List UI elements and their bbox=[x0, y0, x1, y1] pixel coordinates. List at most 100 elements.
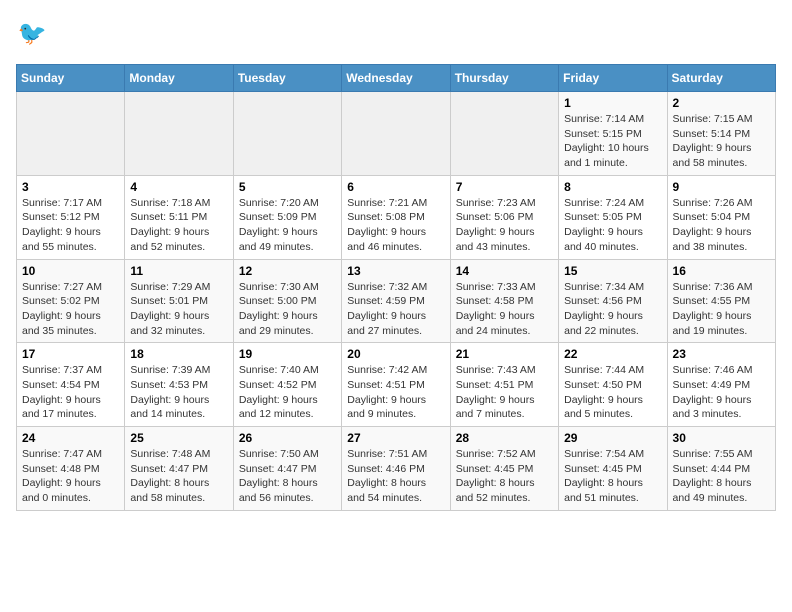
day-number: 13 bbox=[347, 264, 444, 278]
day-number: 12 bbox=[239, 264, 336, 278]
calendar-cell: 8 Sunrise: 7:24 AM Sunset: 5:05 PM Daylig… bbox=[559, 175, 667, 259]
day-info: Sunrise: 7:33 AM Sunset: 4:58 PM Dayligh… bbox=[456, 280, 553, 339]
day-info: Sunrise: 7:30 AM Sunset: 5:00 PM Dayligh… bbox=[239, 280, 336, 339]
day-number: 11 bbox=[130, 264, 227, 278]
day-number: 22 bbox=[564, 347, 661, 361]
day-info: Sunrise: 7:32 AM Sunset: 4:59 PM Dayligh… bbox=[347, 280, 444, 339]
weekday-header-saturday: Saturday bbox=[667, 65, 775, 92]
calendar-cell: 27 Sunrise: 7:51 AM Sunset: 4:46 PM Dayli… bbox=[342, 427, 450, 511]
day-number: 18 bbox=[130, 347, 227, 361]
day-info: Sunrise: 7:20 AM Sunset: 5:09 PM Dayligh… bbox=[239, 196, 336, 255]
calendar-cell bbox=[17, 92, 125, 176]
day-info: Sunrise: 7:54 AM Sunset: 4:45 PM Dayligh… bbox=[564, 447, 661, 506]
day-number: 28 bbox=[456, 431, 553, 445]
day-info: Sunrise: 7:17 AM Sunset: 5:12 PM Dayligh… bbox=[22, 196, 119, 255]
calendar-cell: 11 Sunrise: 7:29 AM Sunset: 5:01 PM Dayli… bbox=[125, 259, 233, 343]
day-info: Sunrise: 7:34 AM Sunset: 4:56 PM Dayligh… bbox=[564, 280, 661, 339]
logo: 🐦 bbox=[16, 16, 56, 52]
weekday-header-sunday: Sunday bbox=[17, 65, 125, 92]
day-number: 4 bbox=[130, 180, 227, 194]
day-info: Sunrise: 7:23 AM Sunset: 5:06 PM Dayligh… bbox=[456, 196, 553, 255]
day-info: Sunrise: 7:48 AM Sunset: 4:47 PM Dayligh… bbox=[130, 447, 227, 506]
calendar-cell: 29Sunrise: 7:54 AM Sunset: 4:45 PM Dayli… bbox=[559, 427, 667, 511]
day-number: 3 bbox=[22, 180, 119, 194]
day-number: 2 bbox=[673, 96, 770, 110]
calendar-cell: 2 Sunrise: 7:15 AM Sunset: 5:14 PM Daylig… bbox=[667, 92, 775, 176]
calendar-cell bbox=[125, 92, 233, 176]
calendar-cell: 14 Sunrise: 7:33 AM Sunset: 4:58 PM Dayli… bbox=[450, 259, 558, 343]
day-info: Sunrise: 7:50 AM Sunset: 4:47 PM Dayligh… bbox=[239, 447, 336, 506]
calendar-cell: 1 Sunrise: 7:14 AM Sunset: 5:15 PM Daylig… bbox=[559, 92, 667, 176]
day-info: Sunrise: 7:15 AM Sunset: 5:14 PM Dayligh… bbox=[673, 112, 770, 171]
svg-text:🐦: 🐦 bbox=[18, 20, 47, 46]
calendar-cell: 10 Sunrise: 7:27 AM Sunset: 5:02 PM Dayli… bbox=[17, 259, 125, 343]
calendar-cell: 30Sunrise: 7:55 AM Sunset: 4:44 PM Dayli… bbox=[667, 427, 775, 511]
calendar-cell: 23 Sunrise: 7:46 AM Sunset: 4:49 PM Dayli… bbox=[667, 343, 775, 427]
day-info: Sunrise: 7:37 AM Sunset: 4:54 PM Dayligh… bbox=[22, 363, 119, 422]
calendar-cell: 19 Sunrise: 7:40 AM Sunset: 4:52 PM Dayli… bbox=[233, 343, 341, 427]
day-number: 7 bbox=[456, 180, 553, 194]
calendar-cell: 5Sunrise: 7:20 AM Sunset: 5:09 PM Daylig… bbox=[233, 175, 341, 259]
day-number: 24 bbox=[22, 431, 119, 445]
calendar-cell: 15Sunrise: 7:34 AM Sunset: 4:56 PM Dayli… bbox=[559, 259, 667, 343]
calendar-cell bbox=[450, 92, 558, 176]
day-number: 9 bbox=[673, 180, 770, 194]
calendar-cell: 13 Sunrise: 7:32 AM Sunset: 4:59 PM Dayli… bbox=[342, 259, 450, 343]
weekday-header-friday: Friday bbox=[559, 65, 667, 92]
day-info: Sunrise: 7:29 AM Sunset: 5:01 PM Dayligh… bbox=[130, 280, 227, 339]
calendar-cell bbox=[233, 92, 341, 176]
day-number: 20 bbox=[347, 347, 444, 361]
calendar-cell: 16 Sunrise: 7:36 AM Sunset: 4:55 PM Dayli… bbox=[667, 259, 775, 343]
day-info: Sunrise: 7:46 AM Sunset: 4:49 PM Dayligh… bbox=[673, 363, 770, 422]
weekday-header-thursday: Thursday bbox=[450, 65, 558, 92]
day-number: 25 bbox=[130, 431, 227, 445]
day-info: Sunrise: 7:14 AM Sunset: 5:15 PM Dayligh… bbox=[564, 112, 661, 171]
day-info: Sunrise: 7:51 AM Sunset: 4:46 PM Dayligh… bbox=[347, 447, 444, 506]
calendar-cell bbox=[342, 92, 450, 176]
day-number: 6 bbox=[347, 180, 444, 194]
header: 🐦 bbox=[16, 16, 776, 52]
calendar-cell: 20Sunrise: 7:42 AM Sunset: 4:51 PM Dayli… bbox=[342, 343, 450, 427]
calendar-week-3: 10 Sunrise: 7:27 AM Sunset: 5:02 PM Dayli… bbox=[17, 259, 776, 343]
weekday-header-monday: Monday bbox=[125, 65, 233, 92]
day-number: 10 bbox=[22, 264, 119, 278]
calendar-week-2: 3 Sunrise: 7:17 AM Sunset: 5:12 PM Daylig… bbox=[17, 175, 776, 259]
day-info: Sunrise: 7:26 AM Sunset: 5:04 PM Dayligh… bbox=[673, 196, 770, 255]
calendar-cell: 28 Sunrise: 7:52 AM Sunset: 4:45 PM Dayli… bbox=[450, 427, 558, 511]
calendar-week-5: 24 Sunrise: 7:47 AM Sunset: 4:48 PM Dayli… bbox=[17, 427, 776, 511]
day-info: Sunrise: 7:40 AM Sunset: 4:52 PM Dayligh… bbox=[239, 363, 336, 422]
day-info: Sunrise: 7:47 AM Sunset: 4:48 PM Dayligh… bbox=[22, 447, 119, 506]
day-number: 21 bbox=[456, 347, 553, 361]
day-info: Sunrise: 7:44 AM Sunset: 4:50 PM Dayligh… bbox=[564, 363, 661, 422]
day-info: Sunrise: 7:36 AM Sunset: 4:55 PM Dayligh… bbox=[673, 280, 770, 339]
day-number: 1 bbox=[564, 96, 661, 110]
calendar-cell: 24 Sunrise: 7:47 AM Sunset: 4:48 PM Dayli… bbox=[17, 427, 125, 511]
calendar-cell: 18Sunrise: 7:39 AM Sunset: 4:53 PM Dayli… bbox=[125, 343, 233, 427]
day-number: 14 bbox=[456, 264, 553, 278]
day-number: 23 bbox=[673, 347, 770, 361]
calendar-cell: 6 Sunrise: 7:21 AM Sunset: 5:08 PM Daylig… bbox=[342, 175, 450, 259]
day-number: 27 bbox=[347, 431, 444, 445]
day-info: Sunrise: 7:27 AM Sunset: 5:02 PM Dayligh… bbox=[22, 280, 119, 339]
day-info: Sunrise: 7:24 AM Sunset: 5:05 PM Dayligh… bbox=[564, 196, 661, 255]
calendar-cell: 26Sunrise: 7:50 AM Sunset: 4:47 PM Dayli… bbox=[233, 427, 341, 511]
day-info: Sunrise: 7:52 AM Sunset: 4:45 PM Dayligh… bbox=[456, 447, 553, 506]
day-info: Sunrise: 7:18 AM Sunset: 5:11 PM Dayligh… bbox=[130, 196, 227, 255]
calendar-cell: 12 Sunrise: 7:30 AM Sunset: 5:00 PM Dayli… bbox=[233, 259, 341, 343]
day-number: 8 bbox=[564, 180, 661, 194]
calendar-week-4: 17Sunrise: 7:37 AM Sunset: 4:54 PM Dayli… bbox=[17, 343, 776, 427]
day-number: 16 bbox=[673, 264, 770, 278]
day-info: Sunrise: 7:55 AM Sunset: 4:44 PM Dayligh… bbox=[673, 447, 770, 506]
day-info: Sunrise: 7:43 AM Sunset: 4:51 PM Dayligh… bbox=[456, 363, 553, 422]
calendar-table: SundayMondayTuesdayWednesdayThursdayFrid… bbox=[16, 64, 776, 511]
day-info: Sunrise: 7:21 AM Sunset: 5:08 PM Dayligh… bbox=[347, 196, 444, 255]
calendar-cell: 3 Sunrise: 7:17 AM Sunset: 5:12 PM Daylig… bbox=[17, 175, 125, 259]
calendar-cell: 7 Sunrise: 7:23 AM Sunset: 5:06 PM Daylig… bbox=[450, 175, 558, 259]
weekday-header-tuesday: Tuesday bbox=[233, 65, 341, 92]
logo-icon: 🐦 bbox=[16, 16, 52, 52]
calendar-cell: 4 Sunrise: 7:18 AM Sunset: 5:11 PM Daylig… bbox=[125, 175, 233, 259]
calendar-cell: 22 Sunrise: 7:44 AM Sunset: 4:50 PM Dayli… bbox=[559, 343, 667, 427]
day-number: 19 bbox=[239, 347, 336, 361]
calendar-cell: 17Sunrise: 7:37 AM Sunset: 4:54 PM Dayli… bbox=[17, 343, 125, 427]
weekday-header-wednesday: Wednesday bbox=[342, 65, 450, 92]
